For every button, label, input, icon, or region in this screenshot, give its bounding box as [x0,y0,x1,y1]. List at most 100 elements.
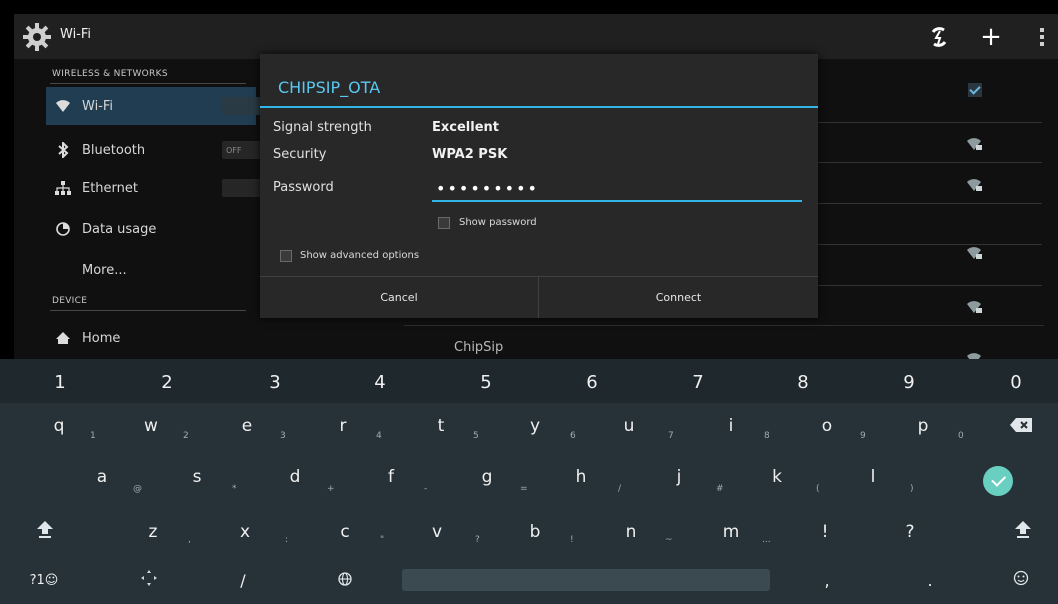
key-7[interactable]: 7 [678,365,718,399]
key-h[interactable]: h [566,462,596,492]
network-name-label[interactable]: ChipSip [454,340,503,355]
sidebar-item-more[interactable]: More... [46,251,256,289]
shift-right-key[interactable] [1008,517,1038,547]
wifi-lock-icon[interactable] [966,299,982,313]
key-hint: @ [133,484,142,494]
key-s[interactable]: s [182,462,212,492]
key-5[interactable]: 5 [466,365,506,399]
key-c[interactable]: c [330,517,360,547]
key-label: d [289,467,301,487]
key-6[interactable]: 6 [572,365,612,399]
key-hint: ! [570,535,574,545]
shift-icon [1015,520,1031,544]
ethernet-toggle[interactable] [222,179,262,197]
wifi-lock-icon[interactable] [966,177,982,191]
key-u[interactable]: u [614,411,644,441]
sidebar-item-ethernet[interactable]: Ethernet [46,169,262,207]
key-x[interactable]: x [230,517,260,547]
sidebar-item-bluetooth[interactable]: Bluetooth OFF [46,131,262,169]
key-label: ? [905,522,915,542]
key-3[interactable]: 3 [255,365,295,399]
key-z[interactable]: z [138,517,168,547]
connect-button[interactable]: Connect [539,277,818,318]
key-b[interactable]: b [520,517,550,547]
key-label: l [870,467,876,487]
key-label: s [192,467,202,487]
backspace-icon [1010,416,1032,437]
key-f[interactable]: f [376,462,406,492]
key-r[interactable]: r [328,411,358,441]
security-label: Security [273,147,327,162]
key-i[interactable]: i [716,411,746,441]
cancel-button[interactable]: Cancel [260,277,538,318]
wifi-lock-icon[interactable] [966,245,982,259]
ethernet-icon [54,179,72,197]
key-9[interactable]: 9 [889,365,929,399]
key-hint: : [285,535,289,545]
sidebar-item-label: Data usage [82,221,157,237]
key-l[interactable]: l [858,462,888,492]
password-input[interactable] [432,176,802,202]
key-label: o [821,416,833,436]
key-m[interactable]: m [716,517,746,547]
wps-icon[interactable] [926,24,952,50]
key-hint: # [716,484,724,494]
bluetooth-toggle[interactable]: OFF [222,141,262,159]
key-question[interactable]: ? [895,517,925,547]
enter-icon[interactable] [983,466,1013,496]
key-n[interactable]: n [616,517,646,547]
key-label: g [481,467,493,487]
key-label: p [917,416,929,436]
sidebar-item-data-usage[interactable]: Data usage [46,210,256,248]
key-1[interactable]: 1 [40,365,80,399]
key-g[interactable]: g [472,462,502,492]
password-label: Password [273,180,334,195]
key-j[interactable]: j [664,462,694,492]
overflow-menu-icon[interactable] [1034,24,1050,50]
key-t[interactable]: t [426,411,456,441]
key-k[interactable]: k [762,462,792,492]
key-v[interactable]: v [422,517,452,547]
wifi-connect-dialog: CHIPSIP_OTA Signal strength Excellent Se… [260,54,818,318]
show-password-checkbox[interactable] [438,217,450,229]
wifi-toggle[interactable] [222,97,262,115]
key-8[interactable]: 8 [783,365,823,399]
key-w[interactable]: w [136,411,166,441]
key-exclamation[interactable]: ! [810,517,840,547]
language-key[interactable] [330,565,360,595]
show-advanced-checkbox[interactable] [280,250,292,262]
slash-key[interactable]: / [228,565,258,595]
key-o[interactable]: o [812,411,842,441]
shift-left-key[interactable] [30,517,60,547]
period-key[interactable]: . [915,565,945,595]
spacebar-key[interactable] [402,569,770,591]
key-4[interactable]: 4 [360,365,400,399]
key-y[interactable]: y [520,411,550,441]
settings-gear-icon[interactable] [22,22,52,52]
key-label: m [722,522,740,542]
key-2[interactable]: 2 [147,365,187,399]
key-a[interactable]: a [87,462,117,492]
wifi-lock-icon[interactable] [966,136,982,150]
sidebar-item-wifi[interactable]: Wi-Fi [46,87,262,125]
sidebar-item-home[interactable]: Home [46,319,256,357]
key-hint: ) [910,484,914,494]
key-p[interactable]: p [908,411,938,441]
comma-key[interactable]: , [812,565,842,595]
key-label: b [529,522,541,542]
key-e[interactable]: e [232,411,262,441]
key-hint: 2 [183,431,189,441]
backspace-key[interactable] [1006,413,1036,439]
cursor-move-key[interactable] [134,565,164,595]
section-divider [50,310,246,311]
security-value: WPA2 PSK [432,147,508,162]
sidebar-item-label: More... [82,262,127,278]
wifi-lock-icon[interactable] [966,351,982,359]
key-q[interactable]: q [44,411,74,441]
add-network-button[interactable]: + [976,24,1006,50]
key-label: j [676,467,682,487]
key-0[interactable]: 0 [996,365,1036,399]
key-d[interactable]: d [280,462,310,492]
symbols-key[interactable]: ?1☺ [24,565,64,595]
emoji-key[interactable] [1006,565,1036,595]
